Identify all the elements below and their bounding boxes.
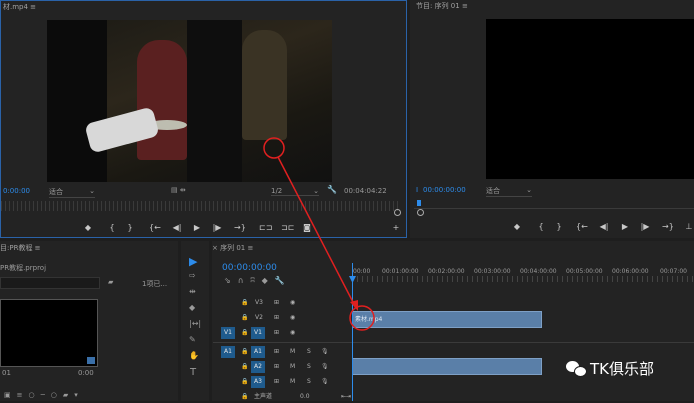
annotation-circle-timeline: [349, 305, 375, 331]
annotation-arrow-line: [277, 156, 356, 307]
watermark-text: TK俱乐部: [590, 360, 654, 378]
annotation-circle-source: [263, 137, 285, 159]
wechat-icon: [566, 360, 587, 377]
annotation-overlay: [263, 137, 375, 331]
watermark: TK俱乐部: [566, 358, 654, 379]
